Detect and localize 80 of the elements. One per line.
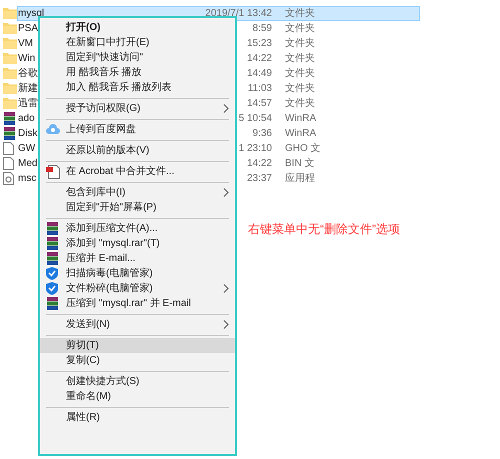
file-type: 文件夹 xyxy=(285,96,315,111)
file-name[interactable]: VM xyxy=(18,36,33,51)
archive-icon xyxy=(46,251,59,266)
file-type: 文件夹 xyxy=(285,82,315,96)
folder-icon xyxy=(3,37,17,49)
file-name[interactable]: 迅雷 xyxy=(18,96,38,111)
file-type: 文件夹 xyxy=(285,22,315,36)
file-name[interactable]: 谷歌 xyxy=(18,66,38,81)
file-type: GHO 文 xyxy=(285,142,321,156)
file-type: 应用程 xyxy=(285,172,315,186)
cloud-icon xyxy=(46,122,60,137)
file-name[interactable]: Med xyxy=(18,156,38,171)
archive-icon xyxy=(46,221,59,236)
file-date: 14:57 xyxy=(246,97,272,111)
menu-item[interactable]: 剪切(T) xyxy=(40,338,235,353)
menu-item[interactable]: 在 Acrobat 中合并文件... xyxy=(40,164,235,179)
folder-icon xyxy=(3,97,17,109)
file-date: 5 10:54 xyxy=(238,112,272,126)
menu-item[interactable]: 重命名(M) xyxy=(40,389,235,404)
menu-item[interactable]: 文件粉碎(电脑管家) xyxy=(40,281,235,296)
folder-icon xyxy=(3,22,17,34)
file-icon xyxy=(3,142,14,155)
menu-item[interactable]: 压缩到 "mysql.rar" 并 E-mail xyxy=(40,296,235,311)
menu-item[interactable]: 加入 酷我音乐 播放列表 xyxy=(40,80,235,95)
menu-item[interactable]: 固定到"快速访问" xyxy=(40,50,235,65)
menu-item[interactable]: 在新窗口中打开(E) xyxy=(40,35,235,50)
archive-icon xyxy=(3,112,16,125)
menu-item[interactable]: 创建快捷方式(S) xyxy=(40,374,235,389)
file-type: 文件夹 xyxy=(285,66,315,81)
file-type: WinRA xyxy=(285,112,316,126)
file-icon xyxy=(3,157,14,170)
setup-file-icon xyxy=(3,172,14,185)
menu-item[interactable]: 属性(R) xyxy=(40,410,235,425)
folder-icon xyxy=(3,67,17,79)
file-type: 文件夹 xyxy=(285,36,315,51)
menu-item[interactable]: 上传到百度网盘 xyxy=(40,122,235,137)
menu-item[interactable]: 扫描病毒(电脑管家) xyxy=(40,266,235,281)
menu-item[interactable]: 打开(O) xyxy=(40,20,235,35)
file-date: 23:37 xyxy=(246,172,272,186)
file-name[interactable]: Disk xyxy=(18,126,38,141)
shield-icon xyxy=(46,281,58,296)
file-type: 文件夹 xyxy=(285,6,315,21)
shield-icon xyxy=(46,266,58,281)
file-date: 14:22 xyxy=(246,52,272,66)
file-date: 11:03 xyxy=(248,82,272,96)
document-icon xyxy=(46,164,60,179)
file-name[interactable]: mysql xyxy=(18,6,44,21)
archive-icon xyxy=(46,236,59,251)
file-date: 9:36 xyxy=(252,127,272,141)
menu-item[interactable]: 包含到库中(I) xyxy=(40,185,235,200)
file-name[interactable]: ado xyxy=(18,111,35,126)
archive-icon xyxy=(3,127,16,140)
file-date: 15:23 xyxy=(246,37,272,51)
file-date: 1 23:10 xyxy=(238,142,272,156)
file-type: BIN 文 xyxy=(285,156,314,171)
file-name[interactable]: Win xyxy=(18,51,36,66)
file-date: 8:59 xyxy=(252,22,272,36)
menu-item[interactable]: 发送到(N) xyxy=(40,317,235,332)
menu-item[interactable]: 用 酷我音乐 播放 xyxy=(40,65,235,80)
menu-item[interactable]: 授予访问权限(G) xyxy=(40,101,235,116)
file-type: 文件夹 xyxy=(285,52,315,66)
menu-item[interactable]: 还原以前的版本(V) xyxy=(40,143,235,158)
folder-icon xyxy=(3,52,17,64)
menu-item[interactable]: 添加到压缩文件(A)... xyxy=(40,221,235,236)
menu-item[interactable]: 固定到"开始"屏幕(P) xyxy=(40,200,235,215)
file-date: 14:22 xyxy=(246,157,272,171)
file-name[interactable]: 新建 xyxy=(18,81,38,96)
file-type: WinRA xyxy=(285,127,316,141)
menu-item[interactable]: 压缩并 E-mail... xyxy=(40,251,235,266)
file-name[interactable]: msc xyxy=(18,171,36,186)
file-name[interactable]: PSA xyxy=(18,21,38,36)
file-name[interactable]: GW xyxy=(18,141,36,156)
annotation-text: 右键菜单中无“删除文件”选项 xyxy=(248,221,400,238)
menu-item[interactable]: 添加到 "mysql.rar"(T) xyxy=(40,236,235,251)
menu-item[interactable]: 复制(C) xyxy=(40,353,235,368)
file-date: 14:49 xyxy=(246,67,272,81)
archive-icon xyxy=(46,296,59,311)
folder-icon xyxy=(3,7,17,19)
folder-icon xyxy=(3,82,17,94)
file-date: 2019/7/1 13:42 xyxy=(205,7,272,21)
